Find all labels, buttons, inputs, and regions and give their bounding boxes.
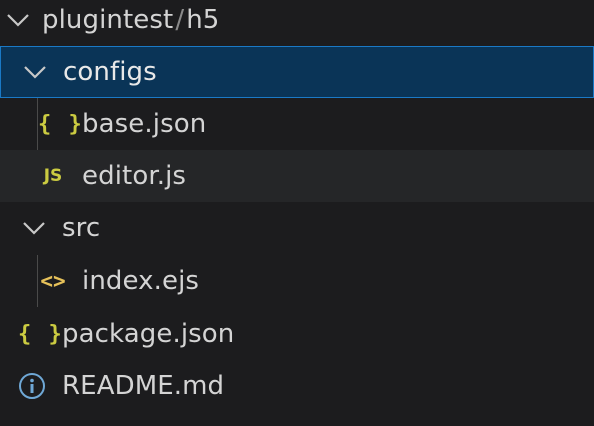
folder-label-src: src [62,213,101,243]
folder-row-src[interactable]: src [0,202,594,254]
file-row-package-json[interactable]: { } package.json [0,308,594,360]
info-icon [18,372,48,400]
code-brackets-icon: <> [40,269,66,293]
chevron-down-icon [23,65,49,79]
file-row-base-json[interactable]: { } base.json [0,98,594,150]
js-icon: JS [43,166,63,186]
file-label-base-json: base.json [82,109,207,139]
chevron-down-icon [22,221,48,235]
path-separator: / [175,5,185,35]
file-row-index-ejs[interactable]: <> index.ejs [0,255,594,307]
folder-row-configs[interactable]: configs [0,46,594,98]
json-braces-icon: { } [18,321,64,347]
chevron-down-icon [6,13,32,27]
root-folder-parent-name: plugintest [42,5,174,35]
json-braces-icon: { } [38,111,84,137]
folder-row-root[interactable]: plugintest / h5 [0,0,594,46]
file-label-package-json: package.json [62,319,235,349]
file-label-editor-js: editor.js [82,161,187,191]
file-row-readme-md[interactable]: README.md [0,360,594,412]
file-label-index-ejs: index.ejs [82,266,200,296]
file-label-readme-md: README.md [62,371,225,401]
folder-label-configs: configs [63,57,157,87]
file-explorer-tree: plugintest / h5 configs { } base.json JS… [0,0,594,426]
root-folder-name: h5 [186,5,220,35]
file-row-editor-js[interactable]: JS editor.js [0,150,594,202]
